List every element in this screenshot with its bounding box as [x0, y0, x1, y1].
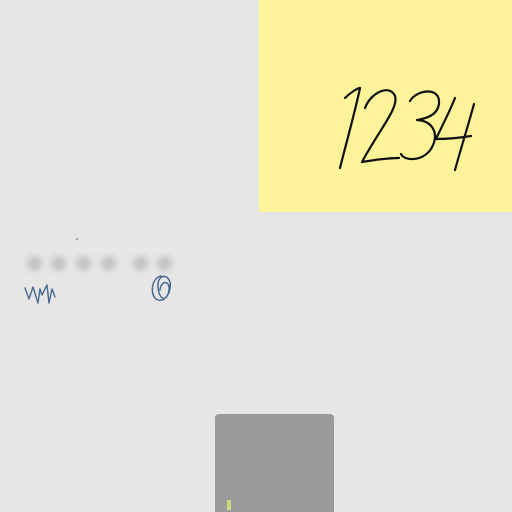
- keypad-area[interactable]: [215, 414, 334, 512]
- scribble-mark: [24, 275, 171, 304]
- keypad-highlight-mark: [227, 500, 231, 510]
- sticky-note: 1234: [259, 0, 512, 212]
- screen-canvas: 1234: [0, 0, 512, 512]
- handwritten-code: [338, 86, 476, 172]
- small-mark: [76, 238, 78, 240]
